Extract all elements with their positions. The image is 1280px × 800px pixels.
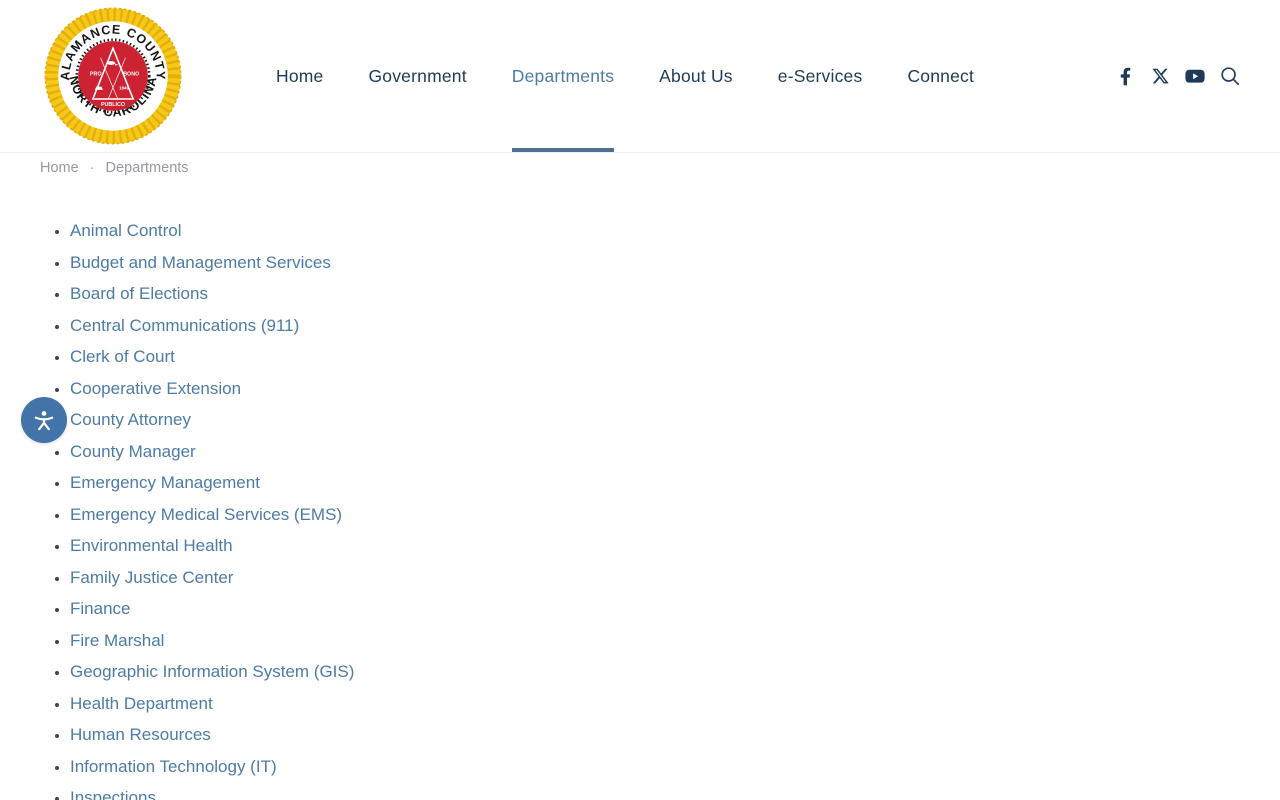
breadcrumb-home-link[interactable]: Home: [40, 160, 79, 176]
department-list-item: Cooperative Extension: [70, 380, 1240, 399]
nav-item-home[interactable]: Home: [276, 0, 323, 152]
department-list-item: Clerk of Court: [70, 348, 1240, 367]
department-link-human-resources[interactable]: Human Resources: [70, 725, 211, 744]
nav-item-government[interactable]: Government: [368, 0, 466, 152]
department-list-item: Human Resources: [70, 726, 1240, 745]
department-link-health-department[interactable]: Health Department: [70, 694, 213, 713]
breadcrumb-separator: ·: [90, 160, 95, 176]
nav-item-about-us[interactable]: About Us: [659, 0, 733, 152]
alamance-county-seal-icon: ALAMANCE COUNTY NORTH CAROLINA PRO BONO …: [41, 4, 185, 148]
department-list-item: Information Technology (IT): [70, 758, 1240, 777]
department-link-fire-marshal[interactable]: Fire Marshal: [70, 631, 164, 650]
department-link-ems[interactable]: Emergency Medical Services (EMS): [70, 505, 342, 524]
nav-item-e-services[interactable]: e-Services: [778, 0, 863, 152]
x-twitter-link[interactable]: [1150, 65, 1170, 87]
department-list-item: Inspections: [70, 789, 1240, 800]
nav-item-connect[interactable]: Connect: [907, 0, 974, 152]
department-link-inspections[interactable]: Inspections: [70, 788, 156, 800]
search-icon: [1220, 66, 1240, 86]
department-link-animal-control[interactable]: Animal Control: [70, 221, 182, 240]
department-list-item: Emergency Medical Services (EMS): [70, 506, 1240, 525]
breadcrumb-current-page: Departments: [106, 160, 189, 176]
department-link-county-attorney[interactable]: County Attorney: [70, 410, 191, 429]
department-link-gis[interactable]: Geographic Information System (GIS): [70, 662, 354, 681]
department-list-item: Geographic Information System (GIS): [70, 663, 1240, 682]
seal-beaver-icon: [107, 61, 115, 65]
department-link-cooperative-extension[interactable]: Cooperative Extension: [70, 379, 241, 398]
accessibility-widget-button[interactable]: [21, 397, 67, 443]
department-link-finance[interactable]: Finance: [70, 599, 130, 618]
nav-item-departments[interactable]: Departments: [512, 0, 614, 152]
department-list-item: County Manager: [70, 443, 1240, 462]
department-link-family-justice-center[interactable]: Family Justice Center: [70, 568, 233, 587]
youtube-icon: [1185, 67, 1205, 85]
breadcrumb: Home · Departments: [0, 160, 1280, 176]
x-icon: [1151, 67, 1170, 85]
department-link-information-technology[interactable]: Information Technology (IT): [70, 757, 277, 776]
department-list-item: Budget and Management Services: [70, 254, 1240, 273]
seal-year: 1849: [119, 85, 129, 90]
department-link-clerk-of-court[interactable]: Clerk of Court: [70, 347, 175, 366]
department-list-item: Emergency Management: [70, 474, 1240, 493]
seal-motto-bottom: PUBLICO: [101, 102, 125, 108]
department-list-item: County Attorney: [70, 411, 1240, 430]
department-list-item: Health Department: [70, 695, 1240, 714]
department-link-board-of-elections[interactable]: Board of Elections: [70, 284, 208, 303]
department-list-item: Finance: [70, 600, 1240, 619]
seal-motto-right: BONO: [123, 72, 139, 78]
youtube-link[interactable]: [1185, 65, 1205, 87]
department-list-item: Family Justice Center: [70, 569, 1240, 588]
department-list: Animal Control Budget and Management Ser…: [40, 222, 1240, 800]
department-link-emergency-management[interactable]: Emergency Management: [70, 473, 260, 492]
seal-motto-left: PRO: [90, 72, 102, 78]
department-list-item: Animal Control: [70, 222, 1240, 241]
main-nav: Home Government Departments About Us e-S…: [276, 0, 974, 152]
department-link-county-manager[interactable]: County Manager: [70, 442, 196, 461]
facebook-link[interactable]: [1115, 65, 1135, 87]
department-link-budget-management[interactable]: Budget and Management Services: [70, 253, 331, 272]
department-list-item: Central Communications (911): [70, 317, 1240, 336]
social-bar: [1115, 65, 1240, 87]
departments-page-content: Animal Control Budget and Management Ser…: [0, 222, 1280, 800]
department-link-central-communications[interactable]: Central Communications (911): [70, 316, 299, 335]
department-list-item: Environmental Health: [70, 537, 1240, 556]
department-list-item: Fire Marshal: [70, 632, 1240, 651]
facebook-icon: [1120, 67, 1131, 86]
department-list-item: Board of Elections: [70, 285, 1240, 304]
county-seal-logo[interactable]: ALAMANCE COUNTY NORTH CAROLINA PRO BONO …: [40, 3, 186, 149]
accessibility-person-icon: [29, 405, 59, 435]
site-header: ALAMANCE COUNTY NORTH CAROLINA PRO BONO …: [0, 0, 1280, 153]
department-link-environmental-health[interactable]: Environmental Health: [70, 536, 233, 555]
search-button[interactable]: [1220, 65, 1240, 87]
